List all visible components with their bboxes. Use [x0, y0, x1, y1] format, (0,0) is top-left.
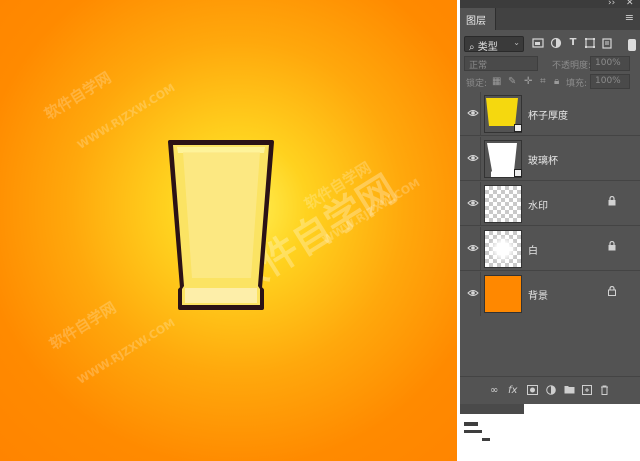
- lock-artboard-icon[interactable]: ⌗: [540, 76, 546, 87]
- glow-preview: [489, 235, 517, 263]
- tab-layers-label: 图层: [466, 16, 486, 27]
- lock-all-icon[interactable]: 🔒︎: [554, 76, 559, 87]
- adjustment-filter-icon[interactable]: [550, 37, 562, 49]
- filter-row: ⌕ 类型 ⌄ T: [460, 34, 640, 54]
- document-canvas[interactable]: 软件自学网 WWW.RJZXW.COM 软件自学网 WWW.RJZXW.COM …: [0, 0, 457, 461]
- panel-fragment: [482, 438, 490, 441]
- eye-icon[interactable]: [467, 108, 479, 118]
- watermark-text: 软件自学网: [46, 298, 120, 354]
- glass-graphic[interactable]: [165, 138, 277, 313]
- trash-icon[interactable]: [600, 385, 609, 398]
- lock-transparency-icon[interactable]: ▦: [492, 76, 501, 87]
- watermark-text: 软件自学网: [41, 68, 115, 124]
- fx-icon[interactable]: fx: [508, 385, 517, 396]
- blend-row: 正常 不透明度: 100%: [460, 56, 640, 72]
- lock-position-icon[interactable]: ✛: [524, 76, 532, 87]
- layer-name: 背景: [528, 291, 548, 302]
- layer-row[interactable]: 玻璃杯: [460, 137, 640, 181]
- chevron-down-icon: ⌄: [513, 38, 520, 47]
- layer-name: 玻璃杯: [528, 156, 558, 167]
- lock-icon: [608, 195, 616, 209]
- adjustment-icon[interactable]: [546, 385, 556, 398]
- panel-fragment: [464, 430, 482, 433]
- clipping-link-icon: [514, 169, 522, 177]
- opacity-field[interactable]: 100%: [590, 56, 630, 71]
- mask-icon[interactable]: [527, 385, 538, 398]
- layer-row[interactable]: 白: [460, 227, 640, 271]
- panel-shadow: [460, 404, 524, 414]
- type-filter-icon[interactable]: T: [567, 37, 579, 49]
- eye-icon[interactable]: [467, 198, 479, 208]
- eye-icon[interactable]: [467, 243, 479, 253]
- layer-name: 杯子厚度: [528, 111, 568, 122]
- fill-label: 填充:: [566, 79, 588, 89]
- opacity-value: 100%: [595, 58, 621, 68]
- layer-row[interactable]: 水印: [460, 182, 640, 226]
- filter-toggle[interactable]: [628, 39, 636, 51]
- link-icon[interactable]: ∞: [490, 385, 498, 396]
- divider: [480, 137, 481, 181]
- blend-mode-select[interactable]: 正常: [464, 56, 538, 71]
- layer-name: 水印: [528, 201, 548, 212]
- lock-icon: [608, 240, 616, 254]
- lock-pixels-icon[interactable]: ✎: [508, 76, 516, 87]
- layer-thumbnail: [484, 275, 522, 313]
- blend-mode-value: 正常: [469, 61, 488, 71]
- opacity-label: 不透明度:: [552, 61, 592, 71]
- glass-inner-panel: [183, 152, 260, 278]
- layer-name: 白: [528, 246, 538, 257]
- panel-topbar: ›› ✕: [460, 0, 640, 8]
- filter-kind-select[interactable]: ⌕ 类型 ⌄: [464, 36, 524, 53]
- lock-label: 锁定:: [466, 79, 488, 89]
- panel-footer: ∞ fx: [460, 376, 640, 404]
- layers-panel: ›› ✕ 图层 ≡ ⌕ 类型 ⌄ T 正常 不透明度: 100% 锁定: ▦ ✎…: [460, 0, 640, 404]
- glass-base: [185, 288, 257, 303]
- layer-row[interactable]: 杯子厚度: [460, 92, 640, 136]
- lock-icon: [608, 285, 616, 299]
- panel-tabbar: 图层 ≡: [460, 8, 640, 30]
- layer-row[interactable]: 背景: [460, 272, 640, 316]
- divider: [480, 92, 481, 136]
- image-filter-icon[interactable]: [532, 37, 544, 49]
- workspace-empty-area: [460, 404, 640, 461]
- filter-kind-value: ⌕ 类型: [469, 42, 498, 53]
- panel-fragment: [464, 422, 478, 426]
- close-icon[interactable]: ✕: [626, 0, 634, 8]
- divider: [480, 227, 481, 271]
- folder-icon[interactable]: [564, 385, 575, 397]
- tab-layers[interactable]: 图层: [460, 8, 496, 30]
- layer-thumbnail: [484, 185, 522, 223]
- fill-field[interactable]: 100%: [590, 74, 630, 89]
- divider: [480, 182, 481, 226]
- shape-filter-icon[interactable]: [584, 37, 596, 49]
- divider: [480, 272, 481, 316]
- panel-menu-icon[interactable]: ≡: [625, 11, 634, 24]
- eye-icon[interactable]: [467, 288, 479, 298]
- clipping-link-icon: [514, 124, 522, 132]
- new-layer-icon[interactable]: [582, 385, 592, 398]
- smart-object-filter-icon[interactable]: [601, 37, 613, 49]
- fill-value: 100%: [595, 76, 621, 86]
- collapse-icon[interactable]: ››: [608, 0, 615, 8]
- layer-thumbnail: [484, 230, 522, 268]
- lock-row: 锁定: ▦ ✎ ✛ ⌗ 🔒︎ 填充: 100%: [460, 74, 640, 90]
- eye-icon[interactable]: [467, 153, 479, 163]
- search-icon: ⌕: [469, 42, 475, 53]
